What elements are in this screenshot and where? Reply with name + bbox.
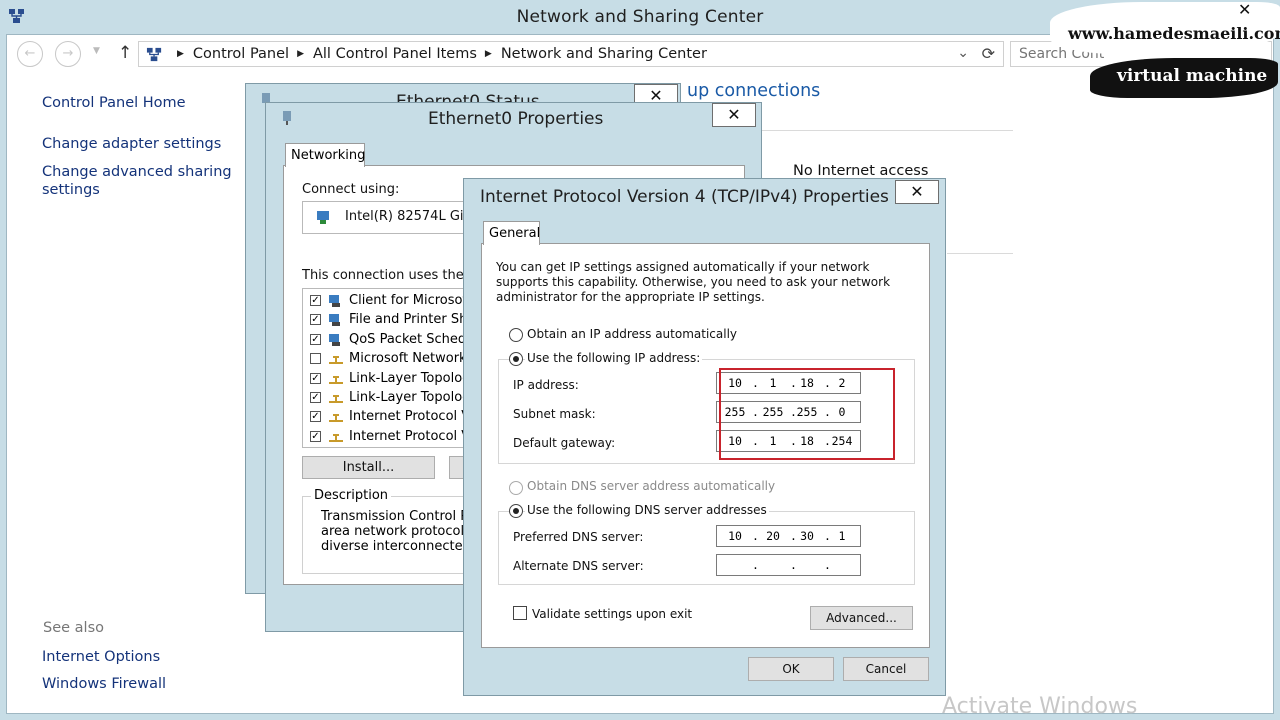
alternate-dns-field[interactable]: ... [716,554,861,576]
watermark-tag-badge: virtual machine [1090,58,1278,98]
ipv4-properties-dialog: Internet Protocol Version 4 (TCP/IPv4) P… [463,178,946,696]
tab-networking[interactable]: Networking [285,143,365,167]
dns-octet[interactable]: 20 [759,529,787,543]
ip-address-label: IP address: [513,378,579,392]
window-close-icon[interactable]: ✕ [1238,0,1251,19]
uses-items-label: This connection uses the fo [302,268,481,283]
change-adapter-settings-link[interactable]: Change adapter settings [42,135,221,153]
install-button[interactable]: Install... [302,456,435,479]
component-label: File and Printer Sha [349,312,476,328]
use-following-ip-label[interactable]: Use the following IP address: [525,351,703,365]
access-type-value: No Internet access [793,163,929,179]
component-checkbox[interactable] [310,353,321,365]
props-dialog-title: Ethernet0 Properties [428,109,604,129]
component-label: Link-Layer Topolog [349,370,471,386]
validate-settings-label[interactable]: Validate settings upon exit [532,607,692,621]
use-following-dns-radio[interactable] [509,504,523,518]
protocol-icon [329,356,343,365]
adapter-name: Intel(R) 82574L Giga [345,209,480,224]
protocol-icon [329,414,343,423]
obtain-dns-auto-radio[interactable] [509,481,523,495]
protocol-icon [329,395,343,403]
subnet-mask-label: Subnet mask: [513,407,596,421]
windows-firewall-link[interactable]: Windows Firewall [42,675,166,693]
protocol-icon [329,375,343,384]
dns-octet[interactable]: 30 [793,529,821,543]
preferred-dns-label: Preferred DNS server: [513,530,644,544]
address-dropdown-icon[interactable]: ⌄ [957,45,969,61]
network-adapter-icon [317,211,329,224]
recent-pages-chevron-icon[interactable]: ▼ [93,46,100,56]
ipv4-dialog-title: Internet Protocol Version 4 (TCP/IPv4) P… [480,187,889,207]
component-checkbox[interactable]: ✓ [310,372,321,384]
watermark-url: www.hamedesmaeili.com [1068,24,1280,43]
ipv4-close-button[interactable]: ✕ [895,180,939,204]
intro-line: You can get IP settings assigned automat… [496,260,870,274]
component-checkbox[interactable]: ✓ [310,314,321,326]
use-following-ip-radio[interactable] [509,352,523,366]
intro-line: administrator for the appropriate IP set… [496,290,765,304]
component-label: Microsoft Network A [349,351,480,367]
ip-settings-highlight-box [719,368,895,460]
breadcrumb-control-panel[interactable]: Control Panel [193,46,289,62]
preferred-dns-field[interactable]: 10. 20. 30. 1 [716,525,861,547]
back-arrow-icon[interactable]: ← [17,41,43,67]
component-checkbox[interactable]: ✓ [310,411,321,423]
component-checkbox[interactable]: ✓ [310,430,321,442]
breadcrumb-network-sharing-center[interactable]: Network and Sharing Center [501,46,707,62]
obtain-dns-auto-label[interactable]: Obtain DNS server address automatically [527,479,775,493]
breadcrumb: ▶ Control Panel ▶ All Control Panel Items ▶ N… [169,46,707,62]
divider [947,253,1013,254]
component-label: Internet Protocol Ve [349,409,478,425]
description-heading: Description [311,488,392,503]
forward-arrow-icon[interactable]: → [55,41,81,67]
breadcrumb-chevron-icon: ▶ [484,49,492,59]
network-client-icon [329,295,340,307]
general-tab-panel: You can get IP settings assigned automat… [481,243,930,648]
up-arrow-icon[interactable]: ↑ [118,43,132,63]
component-checkbox[interactable]: ✓ [310,333,321,345]
dns-octet[interactable]: 1 [828,529,856,543]
change-advanced-sharing-link-line2[interactable]: settings [42,181,100,199]
connect-using-label: Connect using: [302,182,400,197]
breadcrumb-all-items[interactable]: All Control Panel Items [313,46,477,62]
protocol-icon [329,433,343,442]
adapter-icon [283,111,291,125]
component-checkbox[interactable]: ✓ [310,392,321,403]
component-label: Internet Protocol Ve [349,428,478,444]
obtain-ip-auto-label[interactable]: Obtain an IP address automatically [527,327,737,341]
alternate-dns-label: Alternate DNS server: [513,559,644,573]
address-bar[interactable]: ▶ Control Panel ▶ All Control Panel Items ▶ N… [138,41,1004,67]
breadcrumb-chevron-icon: ▶ [297,49,304,59]
see-also-heading: See also [43,620,104,636]
cancel-button[interactable]: Cancel [843,657,929,681]
default-gateway-label: Default gateway: [513,436,616,450]
setup-connections-link[interactable]: up connections [687,81,820,101]
component-label: Link-Layer Topolog [349,390,471,405]
component-checkbox[interactable]: ✓ [310,295,321,306]
control-panel-icon [146,47,162,62]
watermark-tag: virtual machine [1117,66,1268,86]
internet-options-link[interactable]: Internet Options [42,648,160,666]
validate-settings-checkbox[interactable] [513,606,527,620]
dns-octet[interactable]: 10 [721,529,749,543]
change-advanced-sharing-link[interactable]: Change advanced sharing [42,163,232,181]
control-panel-home-link[interactable]: Control Panel Home [42,94,186,112]
advanced-button[interactable]: Advanced... [810,606,913,630]
intro-line: supports this capability. Otherwise, you… [496,275,891,289]
refresh-icon[interactable]: ⟳ [982,44,995,63]
obtain-ip-auto-radio[interactable] [509,328,523,342]
use-following-dns-label[interactable]: Use the following DNS server addresses [525,503,769,517]
intro-text: You can get IP settings assigned automat… [496,260,890,305]
activate-windows-watermark: Activate Windows [942,694,1138,719]
props-close-button[interactable]: ✕ [712,103,756,127]
network-client-icon [329,333,340,346]
ok-button[interactable]: OK [748,657,834,681]
breadcrumb-chevron-icon: ▶ [177,49,184,59]
component-label: QoS Packet Sched [349,331,467,347]
tab-general[interactable]: General [483,221,540,245]
network-client-icon [329,314,340,327]
